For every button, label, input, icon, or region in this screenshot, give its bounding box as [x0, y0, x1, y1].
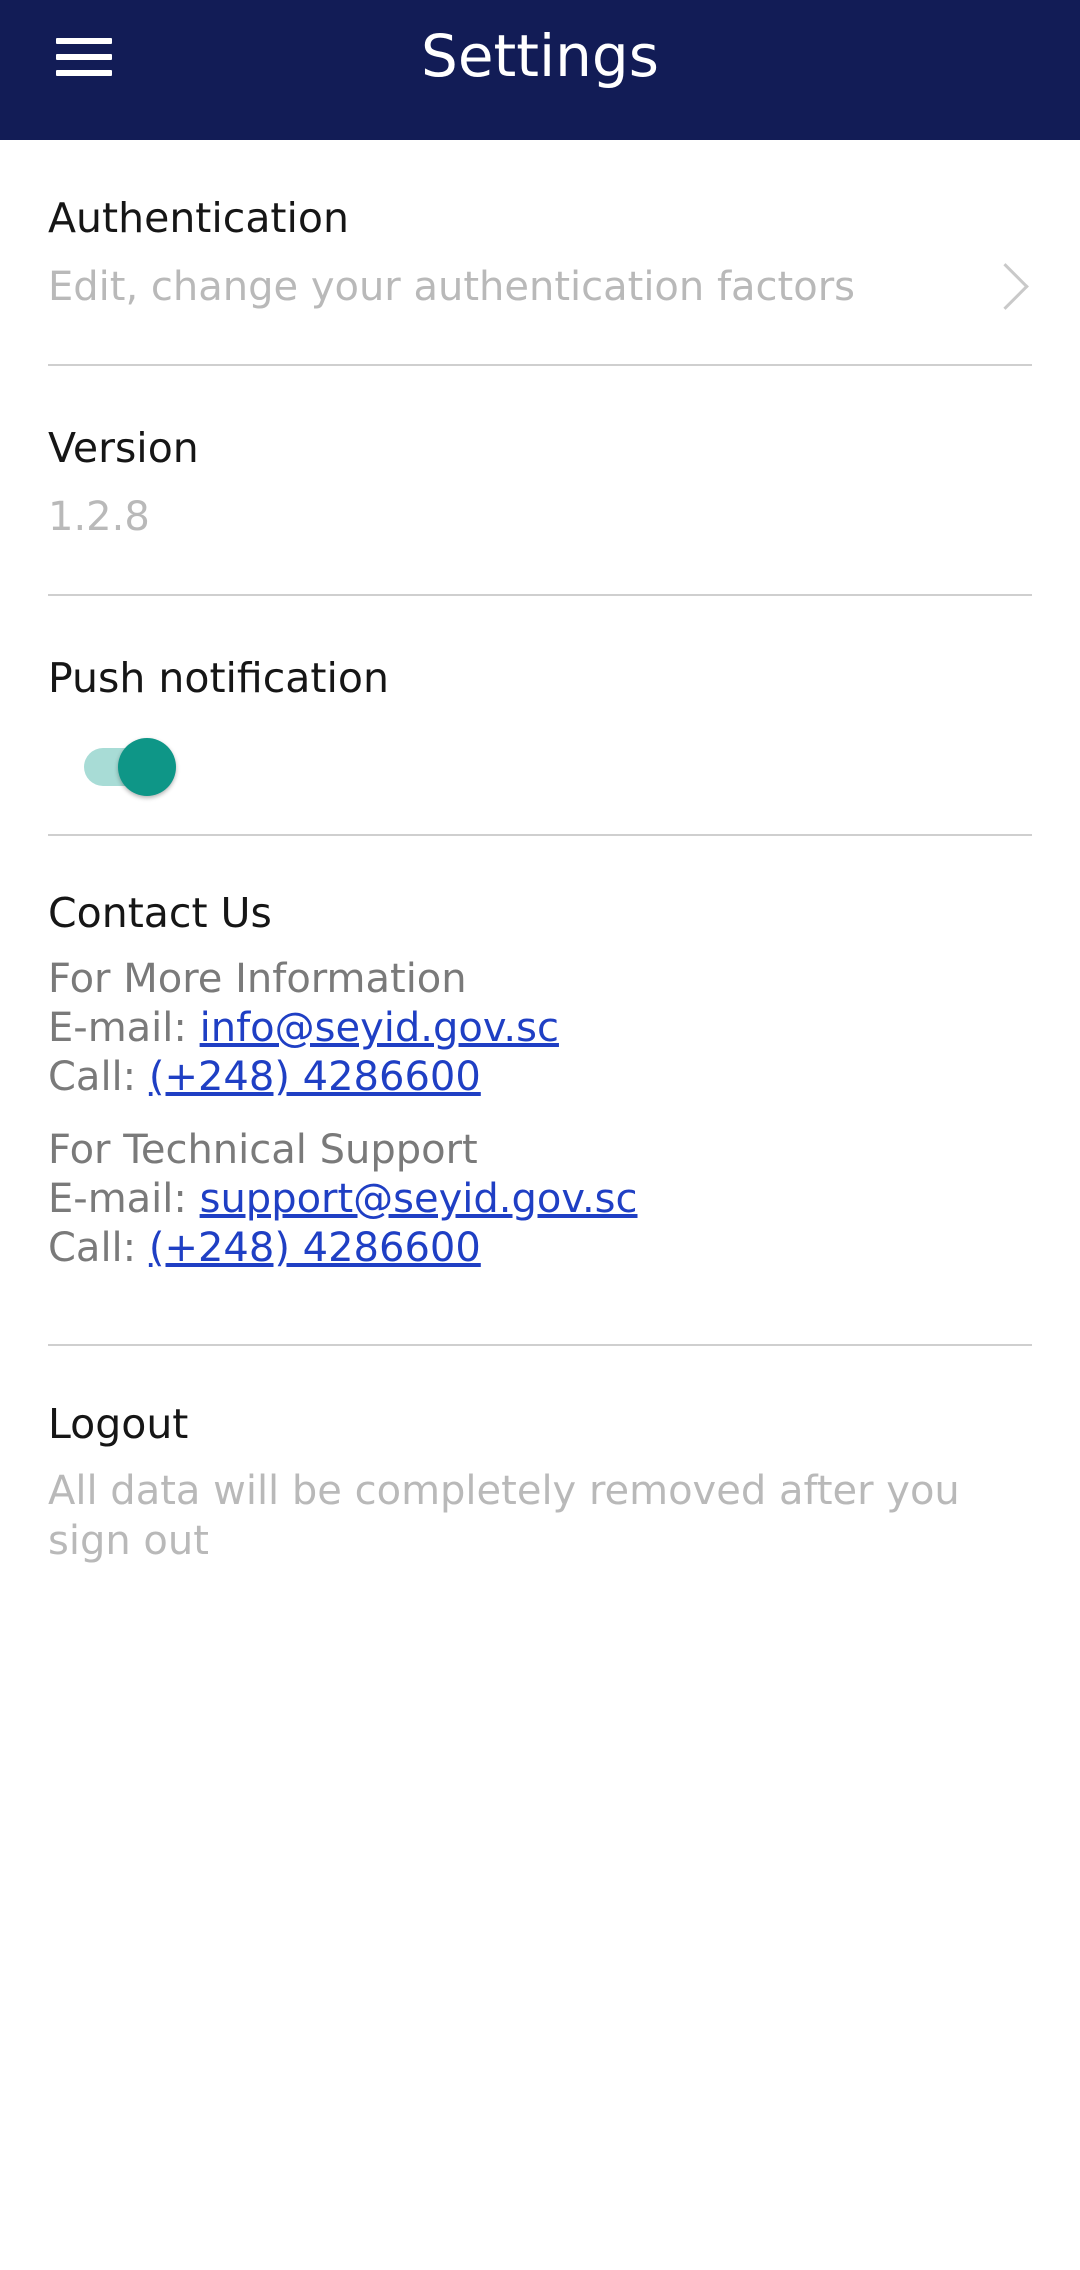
support-phone-link[interactable]: (+248) 4286600 — [149, 1225, 481, 1271]
divider — [48, 594, 1032, 596]
divider — [48, 1344, 1032, 1346]
toggle-thumb — [118, 738, 176, 796]
info-email-link[interactable]: info@seyid.gov.sc — [200, 1005, 559, 1051]
authentication-item[interactable]: Authentication Edit, change your authent… — [48, 190, 1032, 360]
info-email-line: E-mail: info@seyid.gov.sc — [48, 1004, 1032, 1053]
support-email-link[interactable]: support@seyid.gov.sc — [200, 1176, 638, 1222]
support-heading: For Technical Support — [48, 1127, 478, 1173]
logout-item[interactable]: Logout All data will be completely remov… — [48, 1396, 1032, 1566]
logout-title: Logout — [48, 1400, 189, 1448]
divider — [48, 364, 1032, 366]
contact-us-title: Contact Us — [48, 889, 272, 937]
info-phone-link[interactable]: (+248) 4286600 — [149, 1054, 481, 1100]
support-email-line: E-mail: support@seyid.gov.sc — [48, 1175, 1032, 1224]
version-value: 1.2.8 — [48, 494, 150, 540]
push-notification-title: Push notification — [48, 654, 389, 702]
info-heading: For More Information — [48, 956, 467, 1002]
contact-us-section: Contact Us For More Information E-mail: … — [48, 885, 1032, 1273]
page-title: Settings — [421, 22, 659, 90]
authentication-subtitle: Edit, change your authentication factors — [48, 264, 855, 310]
version-item: Version 1.2.8 — [48, 420, 1032, 542]
divider — [48, 834, 1032, 836]
push-notification-toggle[interactable] — [80, 730, 180, 800]
support-call-line: Call: (+248) 4286600 — [48, 1224, 1032, 1273]
logout-subtitle: All data will be completely removed afte… — [48, 1468, 960, 1564]
call-label: Call: — [48, 1054, 149, 1100]
email-label: E-mail: — [48, 1005, 200, 1051]
email-label: E-mail: — [48, 1176, 200, 1222]
call-label: Call: — [48, 1225, 149, 1271]
push-notification-item: Push notification — [48, 650, 1032, 800]
info-call-line: Call: (+248) 4286600 — [48, 1053, 1032, 1102]
authentication-title: Authentication — [48, 194, 349, 242]
app-bar: Settings — [0, 0, 1080, 140]
version-title: Version — [48, 424, 199, 472]
